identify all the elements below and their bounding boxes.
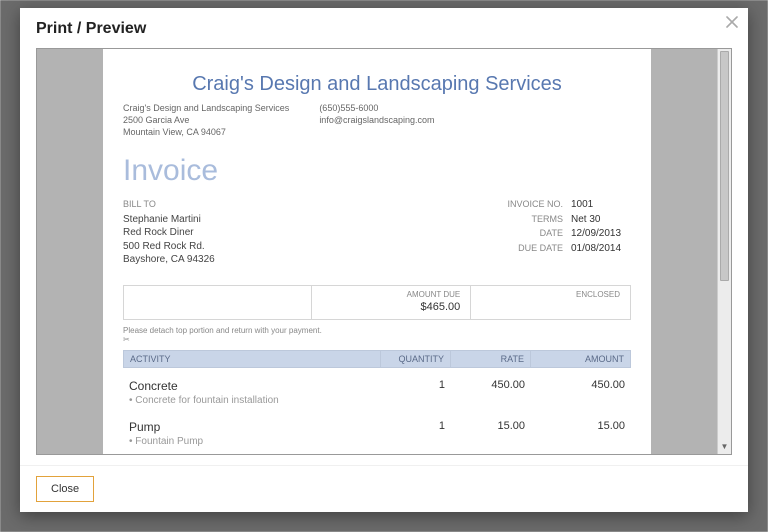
page-gutter-right [651, 49, 717, 454]
scissor-icon: ✂ [123, 335, 631, 344]
item-qty: 1 [381, 417, 451, 450]
item-name: Pump [129, 420, 375, 434]
col-rate: RATE [450, 351, 530, 367]
scrollbar-thumb[interactable] [720, 51, 729, 281]
company-email: info@craigslandscaping.com [319, 114, 434, 126]
bill-to-company: Red Rock Diner [123, 226, 215, 240]
bill-to-block: BILL TO Stephanie Martini Red Rock Diner… [123, 198, 215, 266]
date-value: 12/09/2013 [571, 227, 631, 242]
amount-due-label: AMOUNT DUE [322, 290, 461, 299]
col-activity: ACTIVITY [124, 351, 380, 367]
detach-note: Please detach top portion and return wit… [123, 326, 631, 335]
terms-label: TERMS [503, 213, 563, 228]
invoice-meta-row: BILL TO Stephanie Martini Red Rock Diner… [123, 198, 631, 266]
line-item: Pump Fountain Pump 1 15.00 15.00 [123, 409, 631, 450]
date-label: DATE [503, 227, 563, 242]
page-gutter-left [37, 49, 103, 454]
terms-value: Net 30 [571, 213, 631, 228]
item-amount: 15.00 [531, 417, 631, 450]
item-name: Concrete [129, 379, 375, 393]
scroll-down-icon[interactable]: ▼ [718, 442, 731, 454]
company-name: Craig's Design and Landscaping Services [123, 102, 289, 114]
col-amount: AMOUNT [530, 351, 630, 367]
close-icon[interactable] [726, 16, 738, 32]
bill-to-label: BILL TO [123, 198, 215, 210]
company-address-block: Craig's Design and Landscaping Services … [123, 102, 289, 138]
document-type-title: Invoice [123, 154, 631, 188]
enclosed-label: ENCLOSED [481, 290, 620, 299]
invoice-details-block: INVOICE NO. 1001 TERMS Net 30 DATE 12/09/20… [503, 198, 631, 266]
company-contact-block: (650)555-6000 info@craigslandscaping.com [319, 102, 434, 138]
close-button[interactable]: Close [36, 476, 94, 502]
amount-strip-spacer [124, 286, 311, 319]
preview-frame: Craig's Design and Landscaping Services … [36, 48, 732, 455]
company-street: 2500 Garcia Ave [123, 114, 289, 126]
line-items-header: ACTIVITY QUANTITY RATE AMOUNT [123, 350, 631, 368]
item-qty: 1 [381, 376, 451, 409]
company-city: Mountain View, CA 94067 [123, 126, 289, 138]
invoice-no-value: 1001 [571, 198, 631, 213]
modal-footer: Close [20, 465, 748, 512]
item-rate: 15.00 [451, 417, 531, 450]
company-banner: Craig's Design and Landscaping Services [123, 73, 631, 96]
modal-title: Print / Preview [20, 8, 748, 48]
item-desc: Fountain Pump [129, 436, 375, 447]
line-item: Concrete Concrete for fountain installat… [123, 368, 631, 409]
item-rate: 450.00 [451, 376, 531, 409]
bill-to-city: Bayshore, CA 94326 [123, 253, 215, 267]
bill-to-name: Stephanie Martini [123, 213, 215, 227]
col-quantity: QUANTITY [380, 351, 450, 367]
amount-due-value: $465.00 [322, 301, 461, 313]
preview-scrollbar[interactable]: ▲ ▼ [717, 49, 731, 454]
enclosed-cell: ENCLOSED [470, 286, 630, 319]
company-phone: (650)555-6000 [319, 102, 434, 114]
due-date-label: DUE DATE [503, 242, 563, 257]
item-desc: Concrete for fountain installation [129, 395, 375, 406]
invoice-page: Craig's Design and Landscaping Services … [103, 49, 651, 454]
amount-summary-strip: AMOUNT DUE $465.00 ENCLOSED [123, 285, 631, 320]
bill-to-street: 500 Red Rock Rd. [123, 240, 215, 254]
amount-due-cell: AMOUNT DUE $465.00 [311, 286, 471, 319]
due-date-value: 01/08/2014 [571, 242, 631, 257]
print-preview-modal: Print / Preview Craig's Design and Lands… [20, 8, 748, 512]
invoice-no-label: INVOICE NO. [503, 198, 563, 213]
company-subheader: Craig's Design and Landscaping Services … [123, 102, 631, 138]
item-amount: 450.00 [531, 376, 631, 409]
